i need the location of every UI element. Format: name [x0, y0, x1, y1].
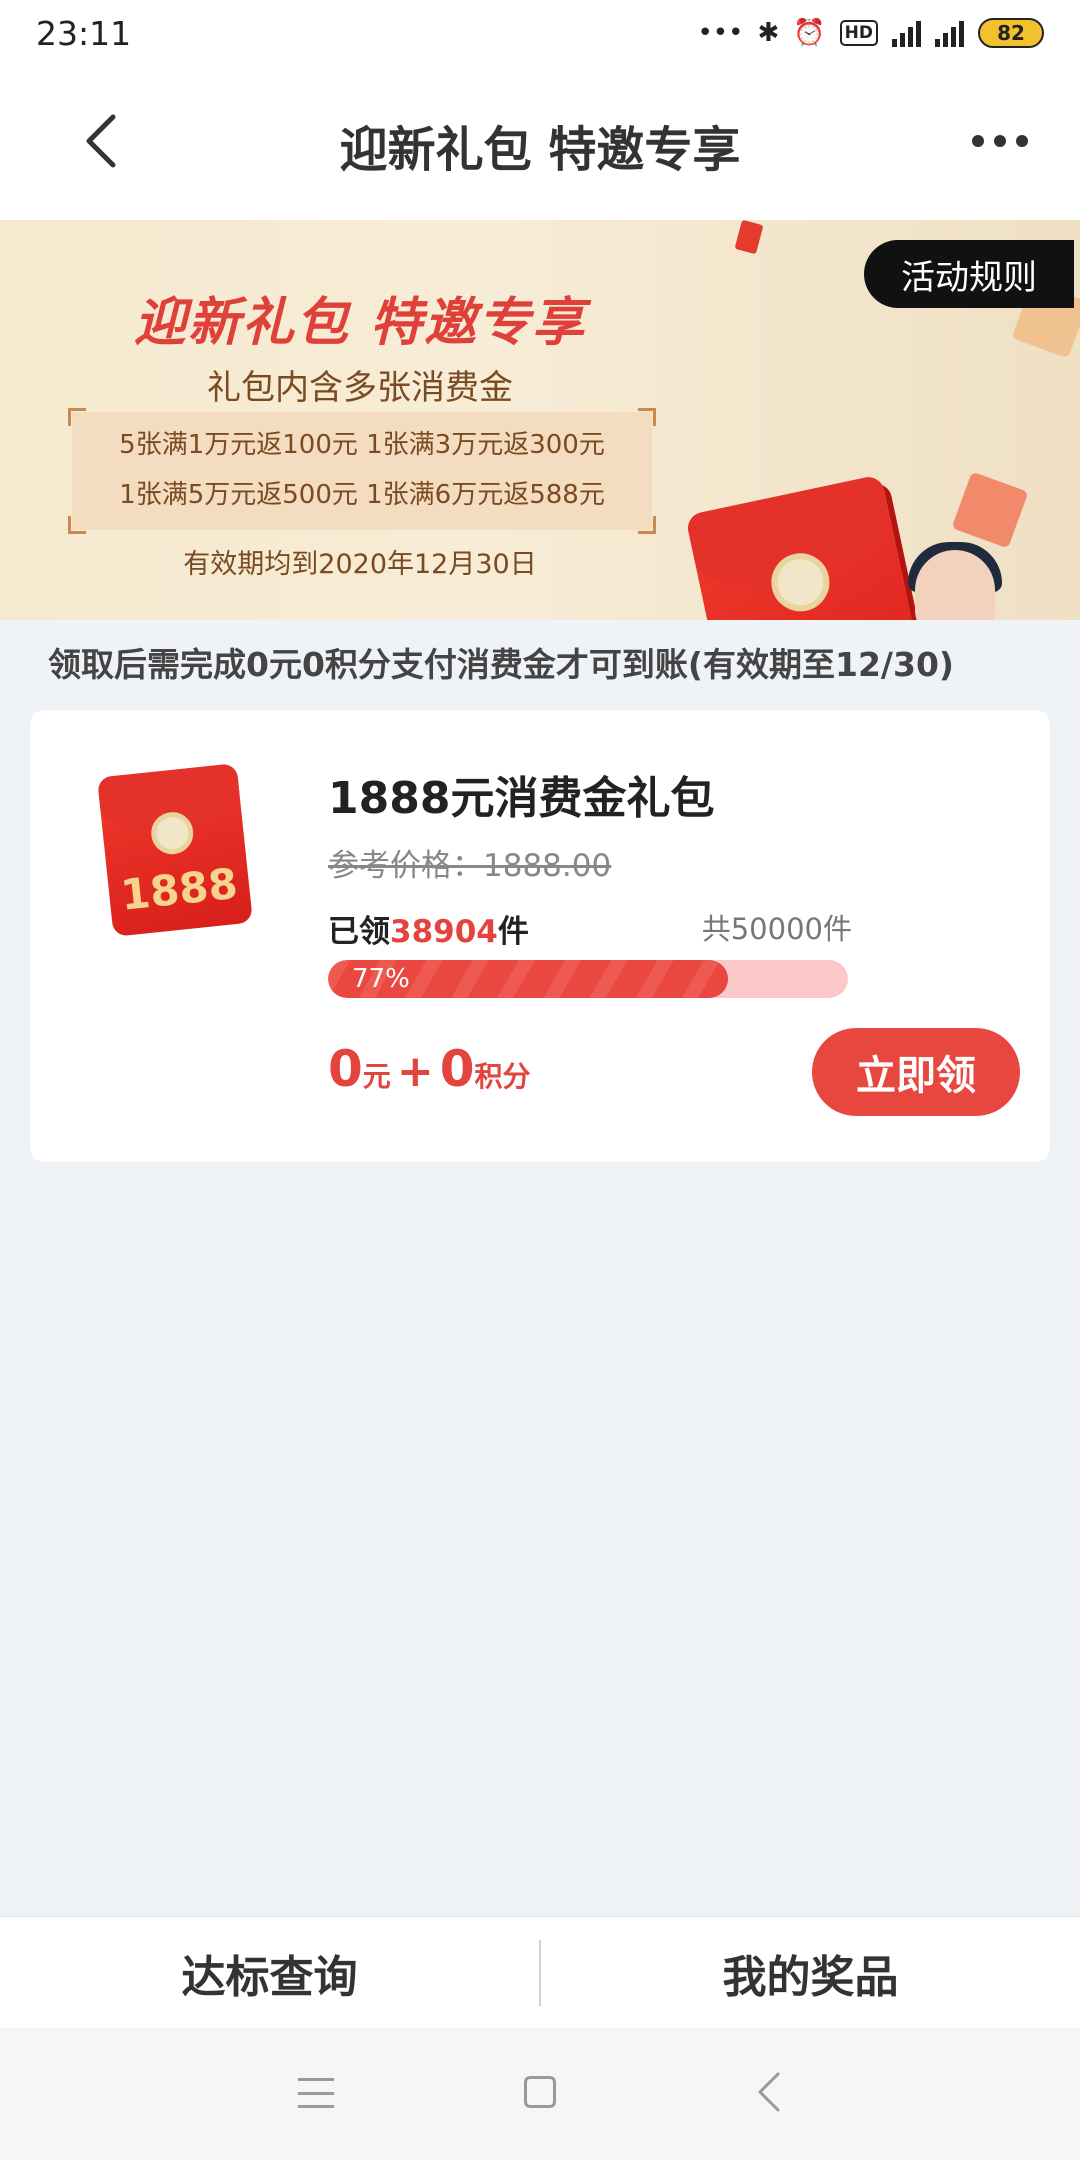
tab-qualification-query[interactable]: 达标查询 — [0, 1941, 539, 2005]
price-yuan: 0 — [328, 1040, 363, 1098]
envelope-number: 1888 — [714, 611, 923, 620]
mini-envelope-icon — [734, 220, 764, 255]
price-yuan-unit: 元 — [362, 1060, 391, 1093]
signal-4g-icon — [892, 19, 921, 47]
banner-offer-line: 1张满5万元返500元 1张满6万元返588元 — [119, 480, 605, 510]
bluetooth-icon: ✱ — [757, 18, 780, 48]
status-icons: ••• ✱ ⏰ HD 82 — [697, 18, 1044, 48]
alarm-icon: ⏰ — [793, 18, 826, 48]
progress-label: 77% — [352, 964, 410, 994]
envelope-number: 1888 — [118, 858, 240, 920]
claimed-prefix: 已领 — [328, 914, 390, 950]
gift-box-icon — [951, 471, 1029, 549]
product-title: 1888元消费金礼包 — [328, 773, 715, 824]
price-points: 0 — [439, 1040, 475, 1098]
corner-decoration — [68, 516, 86, 534]
claimed-number: 38904 — [390, 914, 498, 950]
banner-title: 迎新礼包 特邀专享 — [133, 293, 587, 353]
price-plus: + — [396, 1046, 434, 1097]
red-envelope-icon: 1888 — [97, 763, 253, 937]
claimed-suffix: 件 — [497, 914, 529, 950]
tab-my-prizes[interactable]: 我的奖品 — [541, 1941, 1080, 2005]
price: 0元 +0积分 — [328, 1040, 531, 1098]
signal-icon — [935, 19, 964, 47]
bottom-tab-bar: 达标查询 我的奖品 — [0, 1916, 1080, 2028]
banner-offer-box: 5张满1万元返100元 1张满3万元返300元 1张满5万元返500元 1张满6… — [68, 408, 656, 534]
hd-icon: HD — [839, 20, 878, 46]
banner-subtitle: 礼包内含多张消费金 — [207, 368, 513, 408]
home-icon[interactable] — [524, 2076, 556, 2108]
status-bar: 23:11 ••• ✱ ⏰ HD 82 — [0, 0, 1080, 66]
menu-icon[interactable] — [298, 2078, 334, 2108]
system-nav-bar — [0, 2030, 1080, 2160]
more-dots-icon: ••• — [697, 18, 744, 48]
more-button[interactable] — [960, 116, 1040, 166]
banner-validity: 有效期均到2020年12月30日 — [183, 549, 537, 580]
banner-offer-line: 5张满1万元返100元 1张满3万元返300元 — [119, 430, 605, 460]
claim-notice: 领取后需完成0元0积分支付消费金才可到账(有效期至12/30) — [48, 645, 954, 684]
more-dot-icon — [972, 135, 984, 147]
total-count: 共50000件 — [701, 912, 852, 946]
price-points-unit: 积分 — [474, 1060, 531, 1093]
status-time: 23:11 — [36, 13, 132, 53]
battery-icon: 82 — [978, 18, 1044, 48]
claim-now-button[interactable]: 立即领 — [812, 1028, 1020, 1116]
back-icon[interactable] — [750, 2070, 790, 2114]
nav-bar: 迎新礼包 特邀专享 — [0, 66, 1080, 220]
product-card: 1888 1888元消费金礼包 参考价格：1888.00 已领38904件 共5… — [30, 710, 1050, 1162]
red-envelope-illustration: 1888 — [685, 474, 939, 620]
more-dot-icon — [1016, 135, 1028, 147]
page-title: 迎新礼包 特邀专享 — [339, 122, 741, 178]
more-dot-icon — [994, 135, 1006, 147]
corner-decoration — [638, 516, 656, 534]
activity-rules-button[interactable]: 活动规则 — [864, 240, 1074, 308]
claim-progress-bar: 77% — [328, 960, 848, 998]
claimed-count: 已领38904件 — [328, 906, 529, 951]
reference-price: 参考价格：1888.00 — [328, 848, 612, 884]
person-illustration-head — [915, 550, 995, 620]
progress-fill: 77% — [328, 960, 729, 998]
